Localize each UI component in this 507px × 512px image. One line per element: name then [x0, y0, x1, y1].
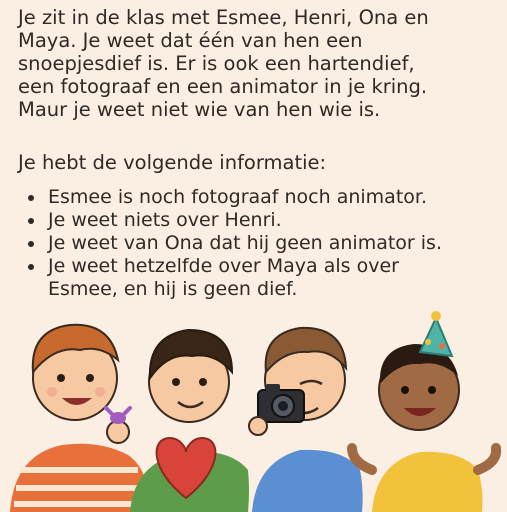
kid-with-candy: [10, 323, 150, 512]
kid-with-heart: [130, 328, 249, 512]
info-heading: Je hebt de volgende informatie:: [18, 151, 327, 174]
children-illustration: [10, 311, 502, 512]
fact-text: Je weet niets over Henri.: [48, 209, 282, 231]
kid-with-camera: [248, 326, 363, 512]
fact-item-continued: Esmee, en hij is geen dief.: [16, 278, 500, 301]
kid-with-party-hat: [347, 311, 502, 512]
bullet-icon: [28, 218, 34, 224]
fact-text: Je weet hetzelfde over Maya als over: [48, 255, 399, 277]
fact-text: Esmee, en hij is geen dief.: [48, 278, 298, 300]
intro-line: Maya. Je weet dat één van hen een: [18, 29, 363, 52]
candy-icon: [104, 406, 132, 424]
fact-item: Je weet hetzelfde over Maya als over: [16, 255, 500, 278]
camera-icon: [257, 384, 305, 423]
bullet-icon: [28, 195, 34, 201]
fact-text: Esmee is noch fotograaf noch animator.: [48, 186, 428, 208]
fact-text: Je weet van Ona dat hij geen animator is…: [48, 232, 442, 254]
bullet-icon: [28, 264, 34, 270]
intro-line: Maur je weet niet wie van hen wie is.: [18, 98, 381, 121]
intro-line: snoepjesdief is. Er is ook een hartendie…: [18, 52, 415, 75]
fact-item: Esmee is noch fotograaf noch animator.: [16, 186, 500, 209]
intro-line: een fotograaf en een animator in je krin…: [18, 75, 428, 98]
fact-item: Je weet van Ona dat hij geen animator is…: [16, 232, 500, 255]
intro-line: Je zit in de klas met Esmee, Henri, Ona …: [18, 6, 429, 29]
fact-item: Je weet niets over Henri.: [16, 209, 500, 232]
facts-list: Esmee is noch fotograaf noch animator. J…: [16, 186, 500, 301]
intro-text: Je zit in de klas met Esmee, Henri, Ona …: [18, 6, 498, 121]
bullet-icon: [28, 241, 34, 247]
party-hat-icon: [418, 311, 454, 358]
